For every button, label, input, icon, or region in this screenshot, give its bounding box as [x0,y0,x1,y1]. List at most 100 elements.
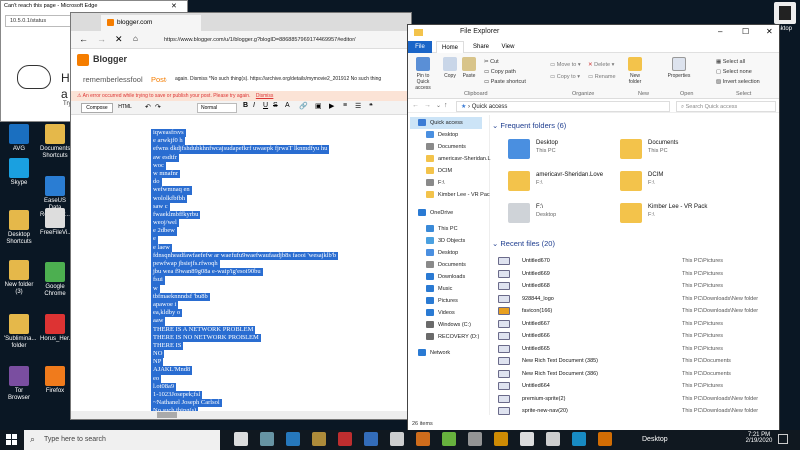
up-icon[interactable]: ↑ [444,102,448,109]
image-icon[interactable]: ▣ [315,102,322,110]
mail-icon[interactable] [364,432,378,446]
recent-locations-icon[interactable]: ⌄ [436,102,441,109]
desktop-icon[interactable]: FreeFileVi... [40,208,72,237]
paste-shortcut-button[interactable]: ▭ Paste shortcut [484,77,526,87]
delete-button[interactable]: ✕ Delete ▾ [588,59,616,71]
move-to-button[interactable]: ▭ Move to ▾ [550,59,581,71]
store-icon[interactable] [312,432,326,446]
desktop-icon[interactable]: Desktop Shortcuts [4,210,34,246]
recent-file-row[interactable]: Untitled669 This PC\Pictures [498,268,778,280]
recent-file-row[interactable]: Untitled665 This PC\Pictures [498,343,778,355]
paste-button[interactable]: Paste [460,57,478,79]
underline-icon[interactable]: U [263,102,268,109]
edge-icon[interactable] [260,432,274,446]
back-icon[interactable]: ← [79,34,88,44]
close-icon[interactable]: ✕ [171,2,177,10]
explorer-search[interactable]: ⌕ Search Quick access [676,101,776,112]
amazon-icon[interactable] [338,432,352,446]
explorer-icon[interactable] [286,432,300,446]
scrollbar-thumb[interactable] [157,412,177,418]
align-icon[interactable]: ≡ [343,102,347,109]
recent-file-row[interactable]: 928844_logo This PC\Downloads\New folder [498,293,778,305]
stop-icon[interactable]: ✕ [115,34,123,45]
desktop-icon[interactable]: Horus_Her... [40,314,74,343]
forward-icon[interactable]: → [97,34,106,44]
skype-icon[interactable] [572,432,586,446]
cut-button[interactable]: ✂ Cut [484,57,526,67]
post-title-input[interactable]: again. Dismiss *No such thing(s). https:… [175,74,411,85]
desktop-icon[interactable]: Documents Shortcuts [40,124,70,160]
horizontal-scrollbar[interactable] [71,411,411,419]
notification-icon[interactable] [778,434,788,444]
clock[interactable]: 7:21 PM 2/19/2020 [744,432,774,444]
frequent-folders-header[interactable]: ⌄ Frequent folders (6) [492,121,566,130]
desktop-icon[interactable]: AVG [4,124,34,153]
desktop-toolbar-label[interactable]: Desktop [642,436,668,443]
recent-file-row[interactable]: premium-sprite(2) This PC\Downloads\New f… [498,393,778,405]
desktop-icon[interactable]: New folder (3) [4,260,34,296]
compose-tab[interactable]: Compose [81,103,113,113]
recent-file-row[interactable]: favicon(166) This PC\Downloads\New folder [498,305,778,317]
frequent-folder[interactable]: Kimber Lee - VR Pack F:\ [620,203,750,229]
undo-icon[interactable]: ↶ [145,103,151,111]
recent-file-row[interactable]: Untitled670 This PC\Pictures [498,255,778,267]
link-icon[interactable]: 🔗 [299,102,308,110]
back-icon[interactable]: ← [412,102,419,109]
app-icon[interactable] [546,432,560,446]
blog-name[interactable]: rememberlessfool [83,75,143,84]
vlc-icon[interactable] [494,432,508,446]
copy-path-button[interactable]: ▭ Copy path [484,67,526,77]
desktop-icon[interactable]: Firefox [40,366,70,395]
copy-button[interactable]: Copy [442,57,458,79]
format-select[interactable]: Normal [197,103,237,113]
frequent-folder[interactable]: Documents This PC [620,139,750,165]
quote-icon[interactable]: ❝ [369,102,373,110]
desktop-shortcut-right[interactable] [774,2,796,24]
url-bar[interactable]: https://www.blogger.com/u/1/blogger.g?bl… [161,34,411,46]
home-icon[interactable]: ⌂ [133,34,138,43]
docs-icon[interactable] [390,432,404,446]
desktop-icon[interactable]: 'Sublimina... folder [4,314,37,350]
frequent-folder[interactable]: F:\ Desktop [508,203,638,229]
video-icon[interactable]: ▶ [329,102,334,110]
rename-button[interactable]: ▭ Rename [588,71,616,83]
windows-start-icon[interactable] [6,434,18,446]
italic-icon[interactable]: I [253,102,255,109]
recent-file-row[interactable]: sprite-new-nav(20) This PC\Downloads\New … [498,405,778,417]
camera-icon[interactable] [520,432,534,446]
editor-body[interactable]: iqweasfrsvs e arwkjf0 h efwns dkdjfshdubkh… [151,129,407,415]
close-icon[interactable]: ✕ [766,27,773,36]
frequent-folder[interactable]: Desktop This PC [508,139,638,165]
new-folder-button[interactable]: New folder [624,57,646,85]
dismiss-link[interactable]: Dismiss [256,93,274,99]
desktop-icon[interactable]: Skype [4,158,34,187]
invert-selection-button[interactable]: ▨ Invert selection [716,77,760,87]
forward-icon[interactable]: → [424,102,431,109]
select-all-button[interactable]: ▦ Select all [716,57,760,67]
recent-file-row[interactable]: Untitled667 This PC\Pictures [498,318,778,330]
properties-button[interactable]: Properties [664,57,694,79]
tab-file[interactable]: File [408,41,432,53]
app-icon[interactable] [468,432,482,446]
maximize-icon[interactable]: ☐ [742,27,749,36]
bold-icon[interactable]: B [243,102,248,109]
html-tab[interactable]: HTML [115,103,135,113]
minimize-icon[interactable]: – [718,27,722,36]
pin-button[interactable]: Pin to Quick access [410,57,436,91]
frequent-folder[interactable]: americavr-Sheridan.Love F:\ [508,171,638,197]
strike-icon[interactable]: S [273,102,278,109]
redo-icon[interactable]: ↷ [155,103,161,111]
app-icon[interactable] [442,432,456,446]
tab-home[interactable]: Home [436,41,464,53]
desktop-icon[interactable]: Google Chrome [40,262,70,298]
photos-icon[interactable] [598,432,612,446]
vlc-icon[interactable] [416,432,430,446]
recent-file-row[interactable]: Untitled668 This PC\Pictures [498,280,778,292]
list-icon[interactable]: ☰ [355,102,361,110]
recent-file-row[interactable]: Untitled664 This PC\Pictures [498,380,778,392]
recent-file-row[interactable]: New Rich Text Document (386) This PC\Docu… [498,368,778,380]
recent-file-row[interactable]: Untitled666 This PC\Pictures [498,330,778,342]
tab-view[interactable]: View [496,41,520,53]
recent-file-row[interactable]: New Rich Text Document (385) This PC\Docu… [498,355,778,367]
tab-blogger[interactable]: blogger.com [101,15,201,31]
